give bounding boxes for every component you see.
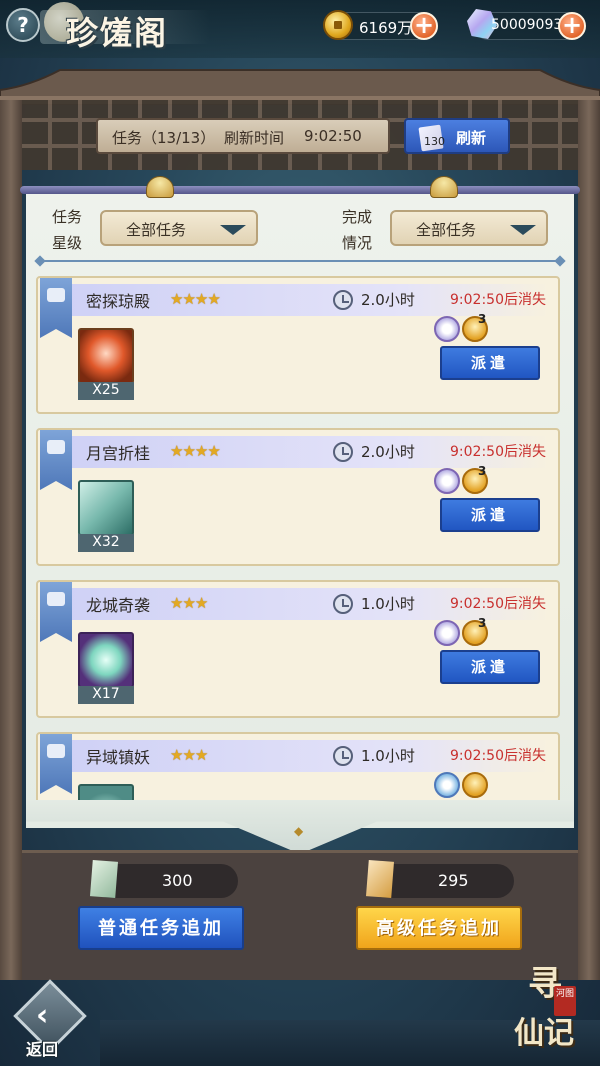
back-arrow-icon: ‹ (36, 998, 49, 1033)
task-name: 密探琼殿 (86, 292, 151, 311)
refresh-time-label: 刷新时间 (224, 129, 285, 147)
scroll-down-indicator: ◆ (294, 824, 304, 838)
rod-knob-left (146, 176, 174, 198)
chevron-down-icon (220, 225, 246, 235)
requirement-icon (434, 316, 460, 342)
left-pillar (0, 100, 22, 980)
scroll-ribbon-icon (40, 734, 72, 794)
scroll-ribbon-icon (40, 582, 72, 642)
star-filter-label-line2: 星级 (52, 234, 83, 252)
task-count: 任务（13/13） (112, 129, 216, 147)
reward-quantity: X17 (78, 686, 134, 704)
dispatch-button[interactable]: 派遣 (440, 650, 540, 684)
task-card: 异域镇妖 ★★★ 1.0小时 9:02:50后消失 (36, 732, 560, 800)
requirement-count: 3 (478, 312, 487, 326)
task-card: 龙城奇袭 ★★★ 1.0小时 9:02:50后消失 X17 3 派遣 (36, 580, 560, 718)
task-name: 异域镇妖 (86, 748, 151, 767)
task-duration: 2.0小时 (361, 291, 415, 309)
flame-icon (462, 772, 488, 798)
status-filter-label: 完成 情况 (342, 204, 372, 256)
status-filter-label-line2: 情况 (342, 234, 373, 252)
page-title: 珍馐阁 (66, 14, 169, 52)
reward-icon (78, 784, 134, 800)
logo-text-bottom: 仙记 (514, 1016, 574, 1051)
refresh-cost: 130 (424, 135, 445, 148)
task-duration: 1.0小时 (361, 747, 415, 765)
requirement-icon (434, 620, 460, 646)
rod-knob-right (430, 176, 458, 198)
task-expire: 9:02:50后消失 (450, 444, 546, 460)
refresh-button-label: 刷新 (456, 129, 487, 147)
dispatch-button[interactable]: 派遣 (440, 346, 540, 380)
task-card: 密探琼殿 ★★★★ 2.0小时 9:02:50后消失 X25 3 派遣 (36, 276, 560, 414)
star-rating: ★★★ (170, 594, 208, 612)
scroll-ribbon-icon (40, 278, 72, 338)
task-duration: 1.0小时 (361, 595, 415, 613)
star-rating: ★★★★ (170, 442, 221, 460)
star-filter-value: 全部任务 (126, 221, 187, 239)
game-logo: 寻 河图 仙记 (510, 956, 596, 1060)
top-bar: ? 珍馐阁 6169万 + 50009093 + (0, 0, 600, 58)
task-name: 龙城奇袭 (86, 596, 151, 615)
lotus-icon (434, 772, 460, 798)
reward-item[interactable]: X17 (78, 632, 134, 704)
status-filter-label-line1: 完成 (342, 208, 373, 226)
reward-item[interactable]: X25 (78, 328, 134, 400)
right-pillar (578, 100, 600, 980)
scroll-rod (20, 186, 580, 194)
star-filter-label-line1: 任务 (52, 208, 83, 226)
crystal-icon (78, 480, 134, 536)
requirement-count: 3 (478, 616, 487, 630)
advanced-ticket-icon (366, 860, 394, 898)
star-rating: ★★★ (170, 746, 208, 764)
star-rating: ★★★★ (170, 290, 221, 308)
requirement-count: 3 (478, 464, 487, 478)
back-label: 返回 (26, 1040, 59, 1059)
reward-item[interactable] (78, 784, 134, 800)
star-filter-dropdown[interactable]: 全部任务 (100, 210, 258, 246)
task-expire: 9:02:50后消失 (450, 748, 546, 764)
add-gems-button[interactable]: + (558, 12, 586, 40)
task-card: 月宫折桂 ★★★★ 2.0小时 9:02:50后消失 X32 3 派遣 (36, 428, 560, 566)
divider (40, 260, 560, 262)
refresh-button[interactable]: 130 刷新 (404, 118, 510, 154)
task-expire: 9:02:50后消失 (450, 292, 546, 308)
jade-icon (78, 632, 134, 688)
status-filter-value: 全部任务 (416, 221, 477, 239)
task-list[interactable]: 密探琼殿 ★★★★ 2.0小时 9:02:50后消失 X25 3 派遣 月宫折桂… (36, 270, 560, 800)
requirement-icon (434, 468, 460, 494)
clock-icon (333, 746, 353, 766)
gem-amount: 50009093 (491, 17, 563, 33)
normal-ticket-icon (90, 860, 118, 898)
add-coins-button[interactable]: + (410, 12, 438, 40)
clock-icon (333, 594, 353, 614)
advanced-ticket-count: 295 (438, 871, 469, 890)
scroll-ribbon-icon (40, 430, 72, 490)
back-button[interactable]: ‹ 返回 (13, 979, 87, 1060)
add-advanced-task-button[interactable]: 高级任务追加 (356, 906, 522, 950)
chevron-down-icon (510, 225, 536, 235)
task-count-header: 任务（13/13） 刷新时间 9:02:50 (96, 118, 390, 154)
refresh-time: 9:02:50 (304, 127, 362, 145)
task-duration: 2.0小时 (361, 443, 415, 461)
status-filter-dropdown[interactable]: 全部任务 (390, 210, 548, 246)
reward-item[interactable]: X32 (78, 480, 134, 552)
coin-icon (323, 10, 353, 40)
normal-ticket-counter: 300 (90, 860, 238, 898)
task-name: 月宫折桂 (86, 444, 151, 463)
clock-icon (333, 442, 353, 462)
help-button[interactable]: ? (6, 8, 40, 42)
reward-quantity: X32 (78, 534, 134, 552)
normal-ticket-count: 300 (162, 871, 193, 890)
task-expire: 9:02:50后消失 (450, 596, 546, 612)
star-filter-label: 任务 星级 (52, 204, 82, 256)
clock-icon (333, 290, 353, 310)
add-normal-task-button[interactable]: 普通任务追加 (78, 906, 244, 950)
orb-icon (78, 328, 134, 384)
advanced-ticket-counter: 295 (366, 860, 514, 898)
coin-amount: 6169万 (359, 19, 413, 37)
dispatch-button[interactable]: 派遣 (440, 498, 540, 532)
reward-quantity: X25 (78, 382, 134, 400)
